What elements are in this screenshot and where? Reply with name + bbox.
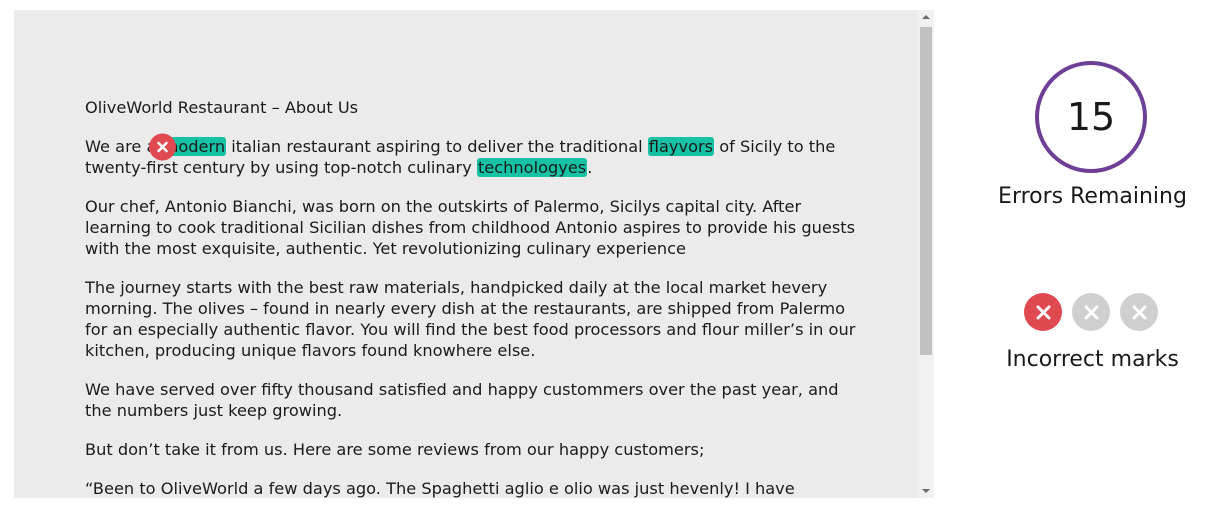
errors-remaining-label: Errors Remaining: [998, 184, 1187, 209]
close-icon: [1132, 305, 1146, 319]
paragraph-1-text-d: .: [587, 158, 593, 177]
incorrect-marks-indicator: [1024, 293, 1158, 331]
errors-remaining-counter: 15: [1035, 61, 1147, 173]
paragraph-1-text-b: italian restaurant aspiring to deliver t…: [226, 137, 648, 156]
scroll-down-button[interactable]: [918, 484, 934, 498]
incorrect-mark-3: [1120, 293, 1158, 331]
close-icon: [156, 141, 168, 152]
paragraph-3[interactable]: The journey starts with the best raw mat…: [85, 277, 865, 361]
triangle-up-icon: [922, 15, 930, 19]
marked-word-modern[interactable]: modern: [148, 133, 227, 160]
marked-word-flayvors[interactable]: flayvors: [647, 137, 715, 156]
scroll-thumb[interactable]: [920, 27, 932, 355]
errors-remaining-value: 15: [1066, 95, 1116, 139]
paragraph-6[interactable]: “Been to OliveWorld a few days ago. The …: [85, 478, 865, 498]
document-title: OliveWorld Restaurant – About Us: [85, 98, 359, 117]
paragraph-5[interactable]: But don’t take it from us. Here are some…: [85, 439, 865, 460]
paragraph-1: We are a modern italian restaurant aspir…: [85, 133, 865, 178]
document-content: OliveWorld Restaurant – About Us We are …: [85, 97, 865, 498]
incorrect-marks-label: Incorrect marks: [1006, 347, 1179, 372]
incorrect-mark-2: [1072, 293, 1110, 331]
remove-mark-button[interactable]: [148, 133, 176, 160]
incorrect-mark-1: [1024, 293, 1062, 331]
document-panel[interactable]: OliveWorld Restaurant – About Us We are …: [14, 10, 934, 498]
close-icon: [1084, 305, 1098, 319]
scroll-up-button[interactable]: [918, 10, 934, 24]
marked-word-technologyes[interactable]: technologyes: [476, 158, 588, 177]
paragraph-2[interactable]: Our chef, Antonio Bianchi, was born on t…: [85, 196, 865, 259]
status-sidebar: 15 Errors Remaining Incorrect marks: [960, 0, 1225, 517]
paragraph-4[interactable]: We have served over fifty thousand satis…: [85, 379, 865, 421]
triangle-down-icon: [922, 489, 930, 493]
document-scrollbar[interactable]: [918, 10, 934, 498]
close-icon: [1036, 305, 1050, 319]
